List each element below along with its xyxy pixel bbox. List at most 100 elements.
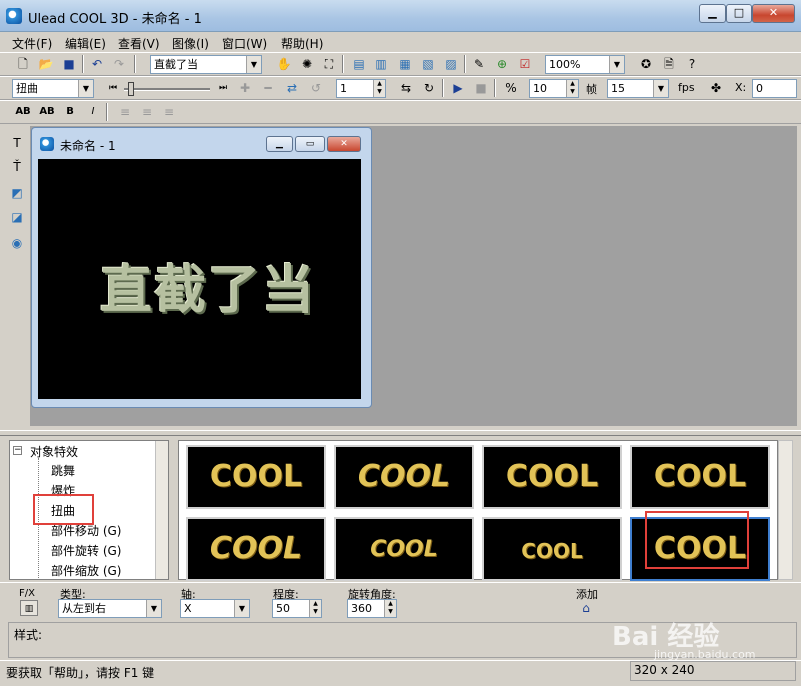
reverse-key-icon[interactable]: ⇄ (283, 79, 301, 97)
tree-item-dance[interactable]: 跳舞 (51, 462, 75, 479)
view-top-icon[interactable]: ▥ (372, 55, 390, 73)
remove-key-icon[interactable]: ━ (259, 79, 277, 97)
menu-edit[interactable]: 编辑(E) (65, 35, 106, 52)
menu-image[interactable]: 图像(I) (172, 35, 209, 52)
degree-spinner[interactable]: 50 ▲ ▼ (272, 599, 322, 618)
selected-thumb-highlight (645, 511, 749, 569)
gallery-scrollbar[interactable] (778, 440, 793, 580)
menu-help[interactable]: 帮助(H) (281, 35, 323, 52)
open-folder-icon[interactable]: 📂 (37, 55, 55, 73)
menu-view[interactable]: 查看(V) (118, 35, 160, 52)
text-spacing-icon[interactable]: AB (14, 103, 32, 121)
canvas-3d-text[interactable]: 直截了当 (100, 248, 316, 323)
add-to-gallery-icon[interactable]: ⌂ (577, 599, 595, 617)
doc-maximize-button[interactable]: ▭ (295, 136, 325, 152)
percent-icon[interactable]: % (502, 79, 520, 97)
standard-toolbar: 🗋 📂 ■ ↶ ↷ 直截了当 ▼ ✋ ✺ ⛶ ▤ ▥ ▦ ▧ ▨ ✎ ⊕ ☑ 1… (0, 52, 801, 76)
add-key-icon[interactable]: ✚ (236, 79, 254, 97)
menu-file[interactable]: 文件(F) (12, 35, 52, 52)
spinner-arrows-icon[interactable]: ▲ ▼ (384, 600, 396, 617)
text-bold-icon[interactable]: B (61, 103, 79, 121)
chevron-down-icon[interactable]: ▼ (234, 600, 249, 617)
frame-spinner[interactable]: 1 ▲ ▼ (336, 79, 386, 98)
chevron-down-icon[interactable]: ▼ (246, 56, 261, 73)
edit-text-icon[interactable]: Ť (8, 158, 26, 176)
spinner-arrows-icon[interactable]: ▲ ▼ (566, 80, 578, 97)
geometric-object-icon[interactable]: ◉ (8, 234, 26, 252)
gallery-thumb[interactable]: COOL (482, 445, 622, 509)
x-field[interactable]: 0 (752, 79, 797, 98)
gallery-thumb[interactable]: COOL (334, 445, 474, 509)
swap-icon[interactable]: ⇆ (397, 79, 415, 97)
save-icon[interactable]: ■ (60, 55, 78, 73)
fx-icon[interactable]: ▥ (20, 600, 38, 616)
zoom-combo[interactable]: 100% ▼ (545, 55, 625, 74)
gallery-thumb[interactable]: COOL (186, 517, 326, 581)
type-combo[interactable]: 从左到右 ▼ (58, 599, 162, 618)
gallery-thumb[interactable]: COOL (482, 517, 622, 581)
tree-item-part-rotate[interactable]: 部件旋转 (G) (51, 542, 121, 559)
globe-icon[interactable]: ⊕ (493, 55, 511, 73)
last-key-icon[interactable]: ⏭ (214, 79, 232, 97)
first-key-icon[interactable]: ⏮ (104, 79, 122, 97)
help-pointer-icon[interactable]: ? (683, 55, 701, 73)
view-perspective-icon[interactable]: ▨ (442, 55, 460, 73)
spinner-arrows-icon[interactable]: ▲ ▼ (309, 600, 321, 617)
doc-minimize-button[interactable]: ▁ (266, 136, 293, 152)
gallery-thumb[interactable]: COOL (186, 445, 326, 509)
animation-toolbar: 扭曲 ▼ ⏮ ⏭ ✚ ━ ⇄ ↺ 1 ▲ ▼ ⇆ ↻ ▶ ■ % 10 ▲ ▼ 帧 … (0, 76, 801, 100)
menu-window[interactable]: 窗口(W) (222, 35, 267, 52)
frames-spinner[interactable]: 10 ▲ ▼ (529, 79, 579, 98)
chevron-down-icon[interactable]: ▼ (78, 80, 93, 97)
text-combo[interactable]: 直截了当 ▼ (150, 55, 262, 74)
chevron-down-icon[interactable]: ▼ (609, 56, 624, 73)
timeline-thumb[interactable] (128, 82, 134, 96)
align-right-icon[interactable]: ≡ (160, 103, 178, 121)
frames-value: 10 (533, 82, 547, 95)
export-icon[interactable]: 🗎 (660, 55, 678, 73)
tree-item-part-scale[interactable]: 部件缩放 (G) (51, 562, 121, 579)
undo-icon[interactable]: ↶ (88, 55, 106, 73)
play-icon[interactable]: ▶ (449, 79, 467, 97)
text-spacing-tight-icon[interactable]: AB (38, 103, 56, 121)
view-front-icon[interactable]: ▤ (350, 55, 368, 73)
fps-value: 15 (611, 82, 625, 95)
tree-scrollbar[interactable] (155, 441, 168, 579)
hand-icon[interactable]: ✋ (275, 55, 293, 73)
rotation-spinner[interactable]: 360 ▲ ▼ (347, 599, 397, 618)
collapse-icon[interactable]: − (13, 446, 22, 455)
insert-text-icon[interactable]: T (8, 134, 26, 152)
effect-combo[interactable]: 扭曲 ▼ (12, 79, 94, 98)
edit-graphic-icon[interactable]: ◪ (8, 208, 26, 226)
maximize-button[interactable]: □ (726, 4, 752, 23)
chevron-down-icon[interactable]: ▼ (653, 80, 668, 97)
insert-graphic-icon[interactable]: ◩ (8, 184, 26, 202)
align-center-icon[interactable]: ≡ (138, 103, 156, 121)
stop-icon[interactable]: ■ (472, 79, 490, 97)
render-icon[interactable]: ✎ (470, 55, 488, 73)
gallery-thumb[interactable]: COOL (630, 445, 770, 509)
panel-splitter[interactable] (0, 430, 801, 436)
axis-combo[interactable]: X ▼ (180, 599, 250, 618)
fps-combo[interactable]: 15 ▼ (607, 79, 669, 98)
spinner-arrows-icon[interactable]: ▲ ▼ (373, 80, 385, 97)
new-file-icon[interactable]: 🗋 (14, 55, 32, 73)
refresh-icon[interactable]: ↻ (420, 79, 438, 97)
chevron-down-icon[interactable]: ▼ (146, 600, 161, 617)
doc-close-button[interactable]: ✕ (327, 136, 361, 152)
transform-icon[interactable]: ✤ (707, 79, 725, 97)
plugin-icon[interactable]: ✪ (637, 55, 655, 73)
rotate-object-icon[interactable]: ✺ (298, 55, 316, 73)
text-italic-icon[interactable]: I (84, 103, 102, 121)
view-3d-icon[interactable]: ▧ (419, 55, 437, 73)
align-left-icon[interactable]: ≡ (116, 103, 134, 121)
redo-icon[interactable]: ↷ (110, 55, 128, 73)
preview-icon[interactable]: ☑ (516, 55, 534, 73)
gallery-thumb[interactable]: COOL (334, 517, 474, 581)
close-button[interactable]: ✕ (752, 4, 795, 23)
timeline-slider[interactable] (124, 88, 210, 91)
minimize-button[interactable]: ▁ (699, 4, 726, 23)
view-side-icon[interactable]: ▦ (396, 55, 414, 73)
zoom-fit-icon[interactable]: ⛶ (320, 55, 338, 73)
loop-key-icon[interactable]: ↺ (307, 79, 325, 97)
